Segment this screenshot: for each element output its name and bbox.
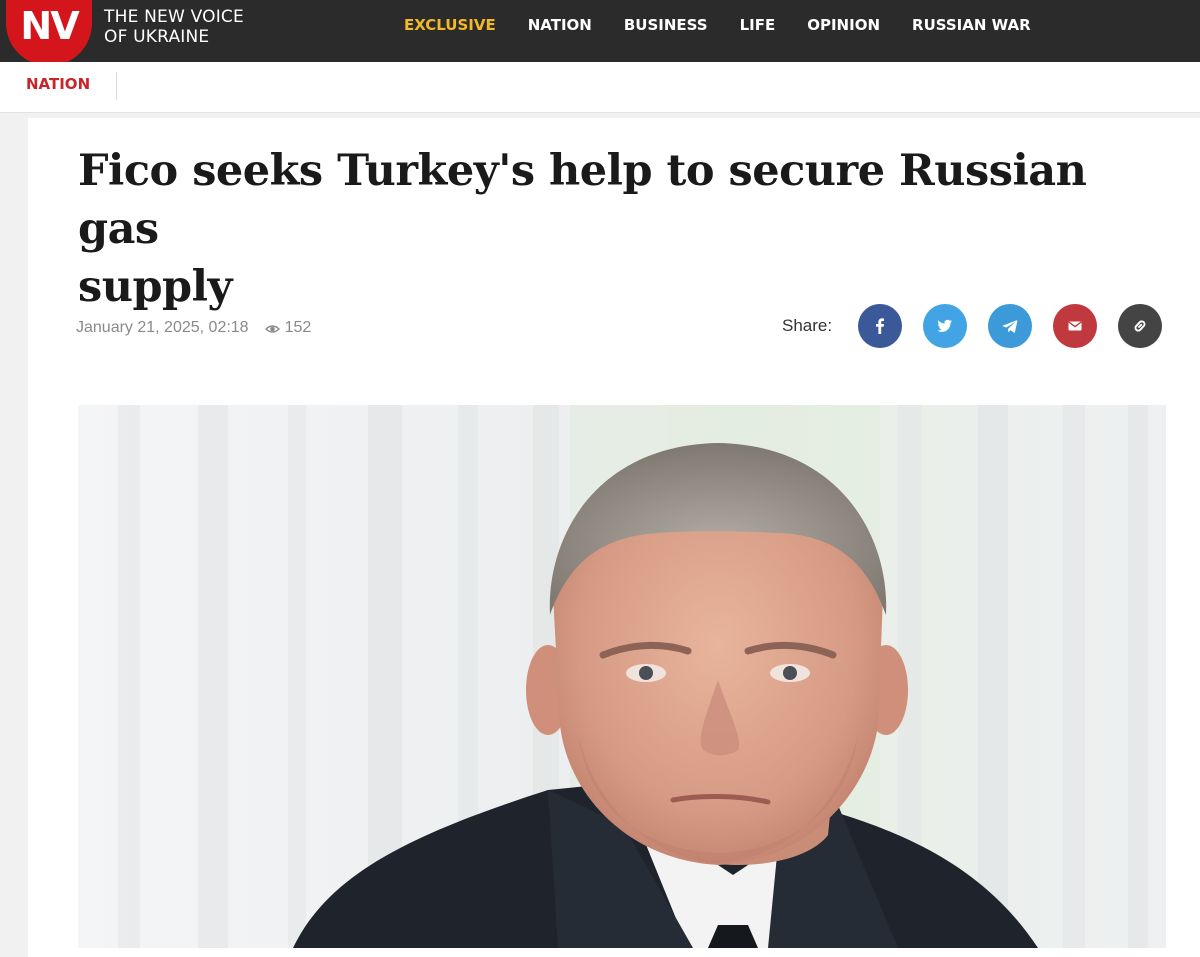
site-logo[interactable]: NV	[6, 0, 92, 66]
share-email-button[interactable]	[1053, 304, 1098, 348]
section-link-nation[interactable]: NATION	[26, 74, 90, 94]
tagline-line-2: OF UKRAINE	[104, 27, 210, 47]
email-icon	[1068, 321, 1082, 331]
nav-item-opinion[interactable]: OPINION	[807, 14, 880, 36]
site-tagline[interactable]: THE NEW VOICE OF UKRAINE	[104, 7, 244, 47]
logo-text: NV	[20, 4, 79, 48]
link-icon	[1134, 320, 1146, 332]
main-nav: EXCLUSIVE NATION BUSINESS LIFE OPINION R…	[404, 14, 1063, 36]
share-facebook-button[interactable]	[858, 304, 903, 348]
facebook-icon	[876, 318, 885, 334]
nav-item-russian-war[interactable]: RUSSIAN WAR	[912, 14, 1031, 36]
telegram-icon	[1002, 320, 1018, 333]
nav-item-nation[interactable]: NATION	[528, 14, 592, 36]
article-title-line-2: supply	[78, 262, 232, 312]
share-twitter-button[interactable]	[923, 304, 968, 348]
view-count: 152	[284, 319, 312, 336]
article-title: Fico seeks Turkey's help to secure Russi…	[78, 142, 1178, 316]
article-meta: January 21, 2025, 02:18 152	[76, 318, 311, 338]
portrait-image	[78, 405, 1166, 948]
nav-item-exclusive[interactable]: EXCLUSIVE	[404, 14, 496, 36]
tagline-line-1: THE NEW VOICE	[104, 7, 244, 27]
twitter-icon	[937, 319, 953, 332]
nav-item-business[interactable]: BUSINESS	[624, 14, 708, 36]
nav-item-life[interactable]: LIFE	[740, 14, 776, 36]
article-card: Fico seeks Turkey's help to secure Russi…	[28, 118, 1200, 957]
article-title-line-1: Fico seeks Turkey's help to secure Russi…	[78, 146, 1087, 254]
share-label: Share:	[782, 316, 833, 335]
article-photo	[78, 405, 1166, 948]
top-navigation-bar: NV THE NEW VOICE OF UKRAINE EXCLUSIVE NA…	[0, 0, 1200, 66]
section-divider	[116, 72, 117, 100]
section-bar: NATION	[0, 62, 1200, 113]
eye-icon	[264, 322, 280, 336]
share-bar: Share:	[782, 302, 1183, 350]
publish-date: January 21, 2025, 02:18	[76, 319, 249, 336]
share-telegram-button[interactable]	[988, 304, 1033, 348]
copy-link-button[interactable]	[1118, 304, 1163, 348]
